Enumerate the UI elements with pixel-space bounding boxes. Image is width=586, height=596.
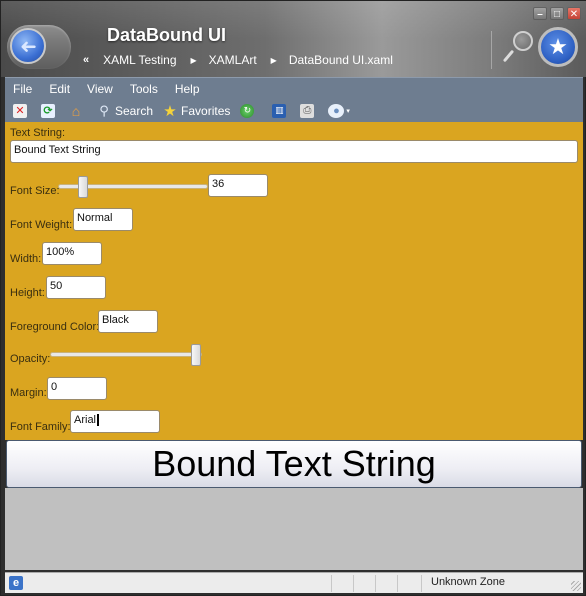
feeds-button[interactable]: ↻ <box>240 103 258 118</box>
opacity-label: Opacity: <box>10 353 51 365</box>
star-icon: ★ <box>163 102 177 120</box>
width-label: Width: <box>10 253 42 265</box>
font-weight-label: Font Weight: <box>10 219 73 231</box>
status-cell <box>375 575 376 592</box>
height-input[interactable]: 50 <box>46 276 106 299</box>
font-family-value: Arial <box>74 414 97 426</box>
foreground-color-label: Foreground Color: <box>10 321 100 333</box>
menu-bar: File Edit View Tools Help <box>5 77 583 99</box>
home-icon: ⌂ <box>71 102 81 119</box>
print-icon: ⎙ <box>300 103 315 118</box>
status-cell <box>421 575 422 592</box>
menu-view[interactable]: View <box>87 82 113 96</box>
print-button[interactable]: ⎙ <box>300 103 318 118</box>
magnifier-icon <box>513 31 533 51</box>
favorites-center-button[interactable]: ★ <box>538 27 578 67</box>
back-arrow-icon: ➜ <box>19 35 37 58</box>
menu-tools[interactable]: Tools <box>130 82 158 96</box>
favorites-button[interactable]: ★ Favorites <box>163 102 231 120</box>
title-bar: ➜ DataBound UI « XAML Testing ▶ XAMLArt … <box>1 1 586 77</box>
empty-content-area <box>5 488 583 570</box>
breadcrumb-overflow-button[interactable]: « <box>83 54 89 66</box>
breadcrumb-separator-icon[interactable]: ▶ <box>191 56 197 65</box>
magnifier-handle <box>502 49 515 63</box>
font-size-label: Font Size: <box>10 185 60 197</box>
font-size-slider[interactable] <box>59 176 207 198</box>
slider-thumb[interactable] <box>191 344 201 366</box>
font-family-input[interactable]: Arial <box>70 410 160 433</box>
slider-track <box>51 353 201 356</box>
menu-edit[interactable]: Edit <box>49 82 70 96</box>
refresh-button[interactable]: ⟳ <box>41 103 59 118</box>
breadcrumb-separator-icon[interactable]: ▶ <box>271 56 277 65</box>
databound-form: Text String: Bound Text String Font Size… <box>5 122 583 440</box>
favorites-label: Favorites <box>181 103 231 118</box>
stop-button[interactable]: ✕ <box>13 103 31 118</box>
margin-label: Margin: <box>10 387 47 399</box>
menu-help[interactable]: Help <box>175 82 200 96</box>
minimize-button[interactable]: – <box>533 7 547 20</box>
close-button[interactable]: ✕ <box>567 7 581 20</box>
search-toolbar-button[interactable]: ⚲ Search <box>97 102 154 118</box>
status-bar: e Unknown Zone <box>5 572 583 593</box>
status-cell <box>331 575 332 592</box>
back-button[interactable]: ➜ <box>10 28 46 64</box>
width-input[interactable]: 100% <box>42 242 102 265</box>
messenger-button[interactable]: ● ▾ <box>328 103 350 118</box>
breadcrumb-item-current[interactable]: DataBound UI.xaml <box>289 53 393 67</box>
opacity-slider[interactable] <box>51 344 201 366</box>
text-string-label: Text String: <box>10 127 66 139</box>
research-icon: ▥ <box>272 103 287 118</box>
font-size-input[interactable]: 36 <box>208 174 268 197</box>
maximize-button[interactable]: □ <box>550 7 564 20</box>
bound-text-preview: Bound Text String <box>6 440 582 488</box>
toolbar: ✕ ⟳ ⌂ ⚲ Search ★ Favorites ↻ ▥ ⎙ ● ▾ <box>5 99 583 122</box>
research-button[interactable]: ▥ <box>272 103 290 118</box>
font-family-label: Font Family: <box>10 421 71 433</box>
messenger-icon: ● <box>328 103 345 118</box>
divider <box>491 31 492 69</box>
breadcrumb-item-xamlart[interactable]: XAMLArt <box>209 53 257 67</box>
window-controls: – □ ✕ <box>533 7 581 20</box>
star-icon: ★ <box>548 34 568 59</box>
status-cell <box>397 575 398 592</box>
text-caret <box>97 414 100 427</box>
chevron-down-icon: ▾ <box>346 107 350 115</box>
stop-icon: ✕ <box>13 103 27 118</box>
search-label: Search <box>115 103 154 118</box>
text-string-input[interactable]: Bound Text String <box>10 140 578 163</box>
menu-file[interactable]: File <box>13 82 32 96</box>
ie-page-icon: e <box>9 576 23 590</box>
search-button[interactable] <box>502 31 533 65</box>
breadcrumb: « XAML Testing ▶ XAMLArt ▶ DataBound UI.… <box>83 53 393 67</box>
security-zone-label[interactable]: Unknown Zone <box>431 576 505 588</box>
status-cell <box>353 575 354 592</box>
home-button[interactable]: ⌂ <box>69 102 87 119</box>
font-weight-input[interactable]: Normal <box>73 208 133 231</box>
search-icon: ⚲ <box>99 102 109 118</box>
slider-thumb[interactable] <box>78 176 88 198</box>
margin-input[interactable]: 0 <box>47 377 107 400</box>
page-title: DataBound UI <box>107 25 226 45</box>
foreground-color-input[interactable]: Black <box>98 310 158 333</box>
refresh-icon: ⟳ <box>41 103 55 118</box>
browser-window: ➜ DataBound UI « XAML Testing ▶ XAMLArt … <box>0 0 586 596</box>
height-label: Height: <box>10 287 45 299</box>
resize-grip[interactable] <box>571 581 581 591</box>
breadcrumb-item-xaml-testing[interactable]: XAML Testing <box>103 53 176 67</box>
feeds-icon: ↻ <box>240 103 255 118</box>
